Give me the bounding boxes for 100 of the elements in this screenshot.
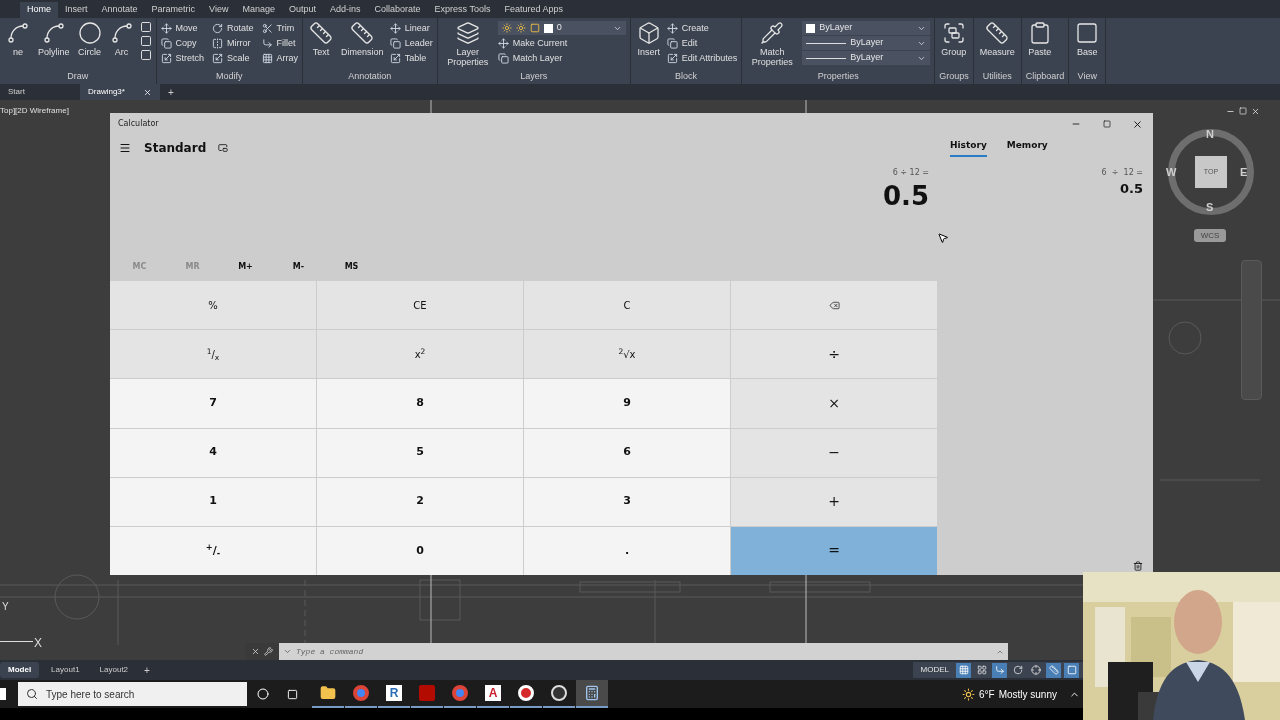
- calculator-key[interactable]: 2: [317, 477, 523, 526]
- ribbon-tool[interactable]: Base: [1073, 21, 1102, 57]
- ribbon-tool[interactable]: Polyline: [36, 21, 72, 57]
- ribbon-tool[interactable]: Stretch: [160, 51, 205, 66]
- ribbon-tool[interactable]: Move: [160, 21, 205, 36]
- calculator-key[interactable]: C: [524, 281, 730, 330]
- panel-title[interactable]: Modify: [160, 69, 299, 84]
- ribbon-tool[interactable]: Measure: [977, 21, 1017, 57]
- command-history-caret-icon[interactable]: [283, 647, 292, 656]
- status-toggle[interactable]: [992, 662, 1007, 678]
- ribbon-tab[interactable]: Add-ins: [323, 2, 368, 18]
- file-tab[interactable]: Start: [0, 84, 80, 100]
- ribbon-tool[interactable]: Dimension: [339, 21, 386, 57]
- calculator-key[interactable]: =: [731, 526, 937, 575]
- ribbon-tool[interactable]: Edit Attributes: [666, 51, 738, 66]
- ribbon-tab[interactable]: Featured Apps: [497, 2, 570, 18]
- panel-title[interactable]: Clipboard: [1025, 69, 1065, 84]
- status-toggle[interactable]: [1064, 662, 1079, 678]
- layout-tab[interactable]: Model: [0, 662, 40, 678]
- taskbar-search-field[interactable]: Type here to search: [18, 682, 247, 706]
- search-input[interactable]: Type here to search: [46, 686, 239, 702]
- ribbon-tab[interactable]: Manage: [235, 2, 282, 18]
- panel-tab[interactable]: Memory: [1006, 139, 1048, 157]
- ribbon-tool[interactable]: Leader: [389, 36, 433, 51]
- model-space-button[interactable]: MODEL: [916, 664, 953, 676]
- panel-title[interactable]: Properties: [746, 69, 931, 84]
- coordinate-system-button[interactable]: WCS: [1194, 229, 1226, 242]
- panel-tab[interactable]: History: [950, 139, 987, 157]
- calculator-key[interactable]: 6: [524, 428, 730, 477]
- panel-title[interactable]: Draw: [4, 69, 152, 84]
- ribbon-tab[interactable]: Annotate: [94, 2, 145, 18]
- ribbon-tool[interactable]: Trim: [261, 21, 299, 36]
- calculator-key[interactable]: 4: [110, 428, 316, 477]
- delete-history-button[interactable]: [1133, 561, 1143, 571]
- ribbon-tool[interactable]: Create: [666, 21, 738, 36]
- calculator-key[interactable]: 0: [317, 526, 523, 575]
- memory-button[interactable]: M+: [219, 253, 272, 281]
- ribbon-tool[interactable]: Rotate: [212, 21, 254, 36]
- layout-tab[interactable]: Layout1: [43, 662, 88, 678]
- calculator-key[interactable]: −: [731, 428, 937, 477]
- ribbon-tool[interactable]: Arc: [107, 21, 136, 57]
- calculator-key[interactable]: x$^{2}$: [317, 330, 523, 379]
- ribbon-tool[interactable]: Linear: [389, 21, 433, 36]
- ribbon-tool[interactable]: Edit: [666, 36, 738, 51]
- dropdown-field[interactable]: ByLayer: [802, 36, 931, 50]
- ribbon-tab[interactable]: View: [202, 2, 236, 18]
- temperature-text[interactable]: 6°F: [978, 686, 995, 702]
- ribbon-tool[interactable]: Circle: [75, 21, 104, 57]
- ribbon-tool[interactable]: Fillet: [261, 36, 299, 51]
- history-entry[interactable]: 6 ÷ 12 = 0.5: [950, 167, 1143, 199]
- task-view-icon[interactable]: [287, 688, 298, 700]
- ribbon-tool[interactable]: Match Layer: [497, 51, 626, 66]
- light-bulb-icon[interactable]: [501, 23, 512, 33]
- panel-title[interactable]: Annotation: [307, 69, 433, 84]
- calculator-key[interactable]: %: [110, 281, 316, 330]
- menu-button[interactable]: [118, 141, 132, 155]
- calculator-key[interactable]: ×: [731, 379, 937, 428]
- calculator-key[interactable]: $^{2}$√x: [524, 330, 730, 379]
- ribbon-tab[interactable]: Parametric: [144, 2, 203, 18]
- status-toggle[interactable]: [1046, 662, 1061, 678]
- close-icon[interactable]: [1251, 107, 1260, 116]
- close-icon[interactable]: [251, 647, 260, 656]
- calculator-key[interactable]: $^{1}$/$_{x}$: [110, 330, 316, 379]
- panel-title[interactable]: Block: [634, 69, 738, 84]
- file-tab[interactable]: Drawing3*: [80, 84, 160, 100]
- command-input[interactable]: Type a command: [279, 643, 1008, 660]
- command-field[interactable]: Type a command: [296, 645, 992, 658]
- settings-icon[interactable]: [264, 647, 273, 656]
- panel-title[interactable]: Utilities: [977, 69, 1017, 84]
- calculator-key[interactable]: 5: [317, 428, 523, 477]
- calculator-key[interactable]: 7: [110, 379, 316, 428]
- panel-title[interactable]: View: [1073, 69, 1102, 84]
- memory-button[interactable]: MS: [325, 253, 378, 281]
- new-tab-button[interactable]: +: [160, 84, 182, 100]
- shape-tool-icon[interactable]: [139, 49, 152, 61]
- calculator-key[interactable]: +: [731, 477, 937, 526]
- calculator-key[interactable]: 9: [524, 379, 730, 428]
- calculator-key[interactable]: $^{+}$/$_{-}$: [110, 526, 316, 575]
- viewport-label[interactable]: Top][2D Wireframe]: [0, 105, 69, 117]
- weather-icon[interactable]: [961, 687, 975, 701]
- ribbon-tool[interactable]: Table: [389, 51, 433, 66]
- add-layout-button[interactable]: +: [140, 662, 154, 678]
- memory-button[interactable]: M-: [272, 253, 325, 281]
- ribbon-tab[interactable]: Output: [281, 2, 323, 18]
- ribbon-tool[interactable]: Mirror: [212, 36, 254, 51]
- ribbon-tool[interactable]: Copy: [160, 36, 205, 51]
- calculator-key[interactable]: 3: [524, 477, 730, 526]
- ribbon-tab[interactable]: Express Tools: [427, 2, 498, 18]
- calculator-key[interactable]: CE: [317, 281, 523, 330]
- ribbon-tool[interactable]: ne: [4, 21, 32, 57]
- ribbon-tab[interactable]: Insert: [58, 2, 95, 18]
- sun-icon[interactable]: [515, 23, 526, 33]
- close-icon[interactable]: [143, 87, 152, 97]
- calculator-key[interactable]: .: [524, 526, 730, 575]
- dropdown-field[interactable]: ByLayer: [802, 21, 931, 35]
- status-toggle[interactable]: [1028, 662, 1043, 678]
- ribbon-tool[interactable]: Insert: [634, 21, 663, 57]
- ribbon-tool[interactable]: Array: [261, 51, 299, 66]
- ribbon-tool[interactable]: Match Properties: [746, 21, 799, 67]
- ribbon-tool[interactable]: Make Current: [497, 36, 626, 51]
